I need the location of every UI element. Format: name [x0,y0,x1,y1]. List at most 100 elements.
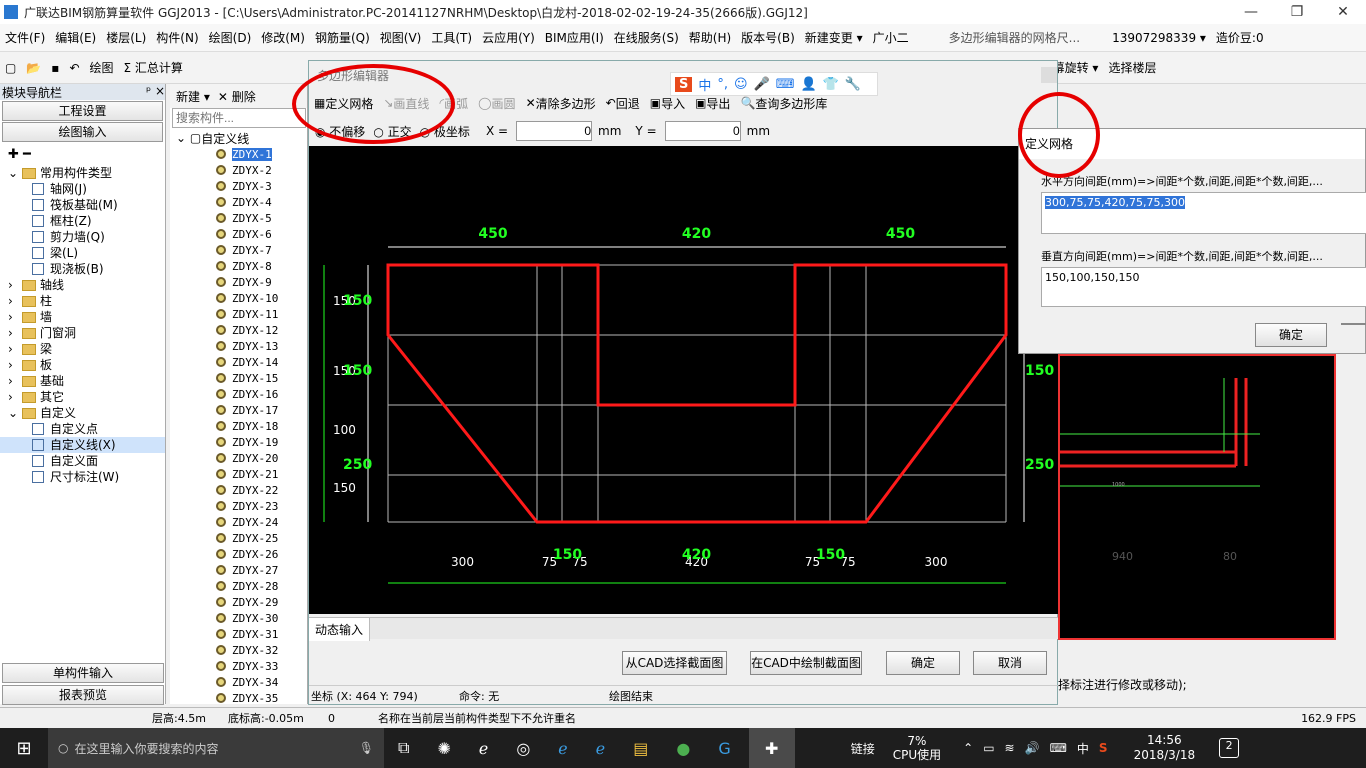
nav-tree-item[interactable]: 自定义面 [0,453,165,469]
ime-skin-icon[interactable]: 👕 [823,77,839,92]
expand-chevron-icon[interactable]: ⌄ [8,165,22,181]
ime-toolbar[interactable]: S 中 °, ☺ 🎤 ⌨ 👤 👕 🔧 [670,72,878,96]
nav-tree-item[interactable]: ⌄ 常用构件类型 [0,165,165,181]
component-list-item[interactable]: ZDYX-29 [170,594,307,610]
pin-icon[interactable]: ᵖ × [146,84,165,100]
draw-in-cad-button[interactable]: 在CAD中绘制截面图 [750,651,862,675]
expand-chevron-icon[interactable]: › [8,357,22,373]
menu-tools[interactable]: 工具(T) [426,29,477,46]
menu-floor[interactable]: 楼层(L) [101,29,151,46]
expand-chevron-icon[interactable]: › [8,325,22,341]
tab-drawing-input[interactable]: 绘图输入 [2,122,163,142]
component-list-item[interactable]: ZDYX-15 [170,370,307,386]
ok-button[interactable]: 确定 [886,651,960,675]
component-list-item[interactable]: ZDYX-28 [170,578,307,594]
undo-button[interactable]: ↶ 回退 [601,90,645,116]
tab-report-preview[interactable]: 报表预览 [2,685,164,705]
draw-circle-button[interactable]: ◯ 画圆 [473,90,520,116]
tray-ime[interactable]: 中 [1077,740,1089,757]
expand-chevron-icon[interactable]: ⌄ [8,405,22,421]
nav-tree-item[interactable]: 框柱(Z) [0,213,165,229]
tray-sogou-icon[interactable]: S [1099,741,1108,755]
nav-tree-item[interactable]: 尺寸标注(W) [0,469,165,485]
ie-icon[interactable]: ℯ [479,739,488,758]
component-list-item[interactable]: ZDYX-30 [170,610,307,626]
component-list-item[interactable]: ZDYX-35 [170,690,307,706]
grid-cancel-button[interactable] [1341,323,1366,325]
menu-bim[interactable]: BIM应用(I) [540,29,609,46]
notice-text[interactable]: 多边形编辑器的网格尺... [944,29,1085,46]
menu-help[interactable]: 帮助(H) [684,29,736,46]
menu-new-change[interactable]: 新建变更 ▾ [800,29,868,46]
component-list-item[interactable]: ZDYX-33 [170,658,307,674]
component-list-item[interactable]: ZDYX-5 [170,210,307,226]
nav-tree-item[interactable]: 轴网(J) [0,181,165,197]
menu-file[interactable]: 文件(F) [0,29,50,46]
nav-tree-item[interactable]: › 门窗洞 [0,325,165,341]
menu-version[interactable]: 版本号(B) [736,29,800,46]
restore-button[interactable]: ❐ [1274,0,1320,24]
tray-volume-icon[interactable]: 🔊 [1025,741,1040,755]
task-view-icon[interactable]: ⧉ [398,738,409,758]
menu-view[interactable]: 视图(V) [375,29,427,46]
menu-online[interactable]: 在线服务(S) [609,29,684,46]
mic-icon[interactable]: 🎙 [359,741,374,755]
save-icon[interactable]: ▪ [46,55,64,81]
ime-chinese-icon[interactable]: 中 [698,75,711,94]
expand-chevron-icon[interactable]: › [8,373,22,389]
component-list-item[interactable]: ZDYX-12 [170,322,307,338]
component-list-item[interactable]: ZDYX-8 [170,258,307,274]
user-phone[interactable]: 13907298339 ▾ [1107,31,1211,45]
nav-tree-item[interactable]: 筏板基础(M) [0,197,165,213]
component-list-item[interactable]: ZDYX-14 [170,354,307,370]
ime-emoji-icon[interactable]: ☺ [734,77,748,92]
component-list-item[interactable]: ZDYX-9 [170,274,307,290]
component-list-item[interactable]: ZDYX-34 [170,674,307,690]
tab-project-settings[interactable]: 工程设置 [2,101,163,121]
cancel-button[interactable]: 取消 [973,651,1047,675]
component-list-item[interactable]: ZDYX-21 [170,466,307,482]
menu-modify[interactable]: 修改(M) [256,29,310,46]
component-list-item[interactable]: ZDYX-20 [170,450,307,466]
component-list-item[interactable]: ZDYX-24 [170,514,307,530]
close-button[interactable]: ✕ [1320,0,1366,24]
app-pinwheel-icon[interactable]: ✺ [437,739,450,758]
undo-icon[interactable]: ↶ [64,55,84,81]
taskbar-search-box[interactable]: ○ 在这里输入你要搜索的内容 🎙 [48,728,384,768]
tab-dynamic-input[interactable]: 动态输入 [309,618,371,641]
component-list-item[interactable]: ZDYX-16 [170,386,307,402]
menu-cloud[interactable]: 云应用(Y) [477,29,540,46]
nav-tree-item[interactable]: 现浇板(B) [0,261,165,277]
explorer-icon[interactable]: ▤ [633,739,648,758]
component-list-item[interactable]: ZDYX-32 [170,642,307,658]
tray-link[interactable]: 链接 [851,740,875,757]
ime-voice-icon[interactable]: 🎤 [754,77,770,92]
beans-count[interactable]: 造价豆:0 [1211,29,1269,46]
expand-chevron-icon[interactable]: › [8,389,22,405]
component-list-item[interactable]: ZDYX-18 [170,418,307,434]
expand-chevron-icon[interactable]: › [8,341,22,357]
sum-calc-button[interactable]: Σ 汇总计算 [119,55,188,81]
ime-keyboard-icon[interactable]: ⌨ [776,77,795,92]
ime-tools-icon[interactable]: 🔧 [845,77,861,92]
h-spacing-input[interactable]: 300,75,75,420,75,75,300 [1041,192,1366,234]
grid-ok-button[interactable]: 确定 [1255,323,1327,347]
expand-collapse-icons[interactable]: ✚ ━ [0,143,165,165]
notification-badge[interactable]: 2 [1219,738,1240,758]
ie2-icon[interactable]: ℯ [596,739,605,758]
menu-assistant[interactable]: 广小二 [868,29,914,46]
draw-button[interactable]: 绘图 [85,55,119,81]
tray-keyboard-icon[interactable]: ⌨ [1050,741,1067,755]
menu-edit[interactable]: 编辑(E) [50,29,101,46]
windows-start-icon[interactable]: ⊞ [0,738,48,759]
select-floor-button[interactable]: 选择楼层 [1103,55,1161,81]
component-list-item[interactable]: ZDYX-7 [170,242,307,258]
ggj-app-icon[interactable]: ✚ [748,728,795,768]
component-list-item[interactable]: ZDYX-31 [170,626,307,642]
component-list-item[interactable]: ZDYX-26 [170,546,307,562]
component-list-item[interactable]: ZDYX-2 [170,162,307,178]
nav-tree-item[interactable]: › 柱 [0,293,165,309]
component-list-item[interactable]: ZDYX-25 [170,530,307,546]
component-list-item[interactable]: ZDYX-22 [170,482,307,498]
nav-tree-item[interactable]: 自定义点 [0,421,165,437]
